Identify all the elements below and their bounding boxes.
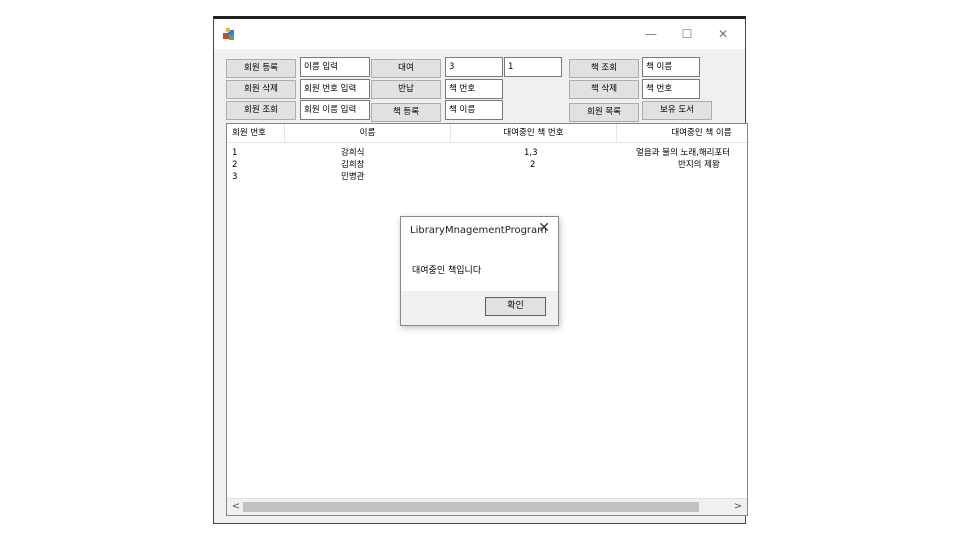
minimize-button[interactable]: — bbox=[636, 23, 666, 45]
delete-book-input[interactable]: 책 번호 bbox=[642, 79, 700, 99]
table-row[interactable]: 1 강희식 1,3 얼음과 불의 노래,해리포터 bbox=[227, 147, 747, 159]
search-member-button[interactable]: 회원 조회 bbox=[226, 101, 296, 120]
member-number-cell: 3 bbox=[232, 172, 238, 182]
rent-button[interactable]: 대여 bbox=[371, 59, 441, 78]
book-ids-cell: 1,3 bbox=[524, 148, 538, 158]
member-number-input[interactable]: 회원 번호 입력 bbox=[300, 79, 370, 99]
dialog-close-icon[interactable]: ✕ bbox=[538, 220, 550, 236]
close-button[interactable]: ✕ bbox=[708, 23, 738, 45]
message-dialog: LibraryMnagementProgram ✕ 대여중인 책입니다 확인 bbox=[400, 216, 559, 326]
table-row[interactable]: 3 민병관 bbox=[227, 171, 747, 183]
delete-member-button[interactable]: 회원 삭제 bbox=[226, 80, 296, 99]
member-number-cell: 1 bbox=[232, 148, 238, 158]
member-name-search-input[interactable]: 회원 이름 입력 bbox=[300, 100, 370, 120]
return-button[interactable]: 반납 bbox=[371, 80, 441, 99]
member-name-cell: 민병관 bbox=[341, 172, 365, 182]
column-header-book-ids[interactable]: 대여중인 책 번호 bbox=[451, 124, 617, 142]
delete-book-button[interactable]: 책 삭제 bbox=[569, 80, 639, 99]
scroll-right-arrow-icon[interactable]: > bbox=[731, 499, 745, 515]
column-header-member-number[interactable]: 회원 번호 bbox=[227, 124, 285, 142]
dialog-message: 대여중인 책입니다 bbox=[412, 266, 482, 276]
member-name-input[interactable]: 이름 입력 bbox=[300, 57, 370, 77]
column-header-name[interactable]: 이름 bbox=[285, 124, 451, 142]
rent-member-field[interactable]: 3 bbox=[445, 57, 503, 77]
rent-book-field[interactable]: 1 bbox=[504, 57, 562, 77]
member-list-button[interactable]: 회원 목록 bbox=[569, 103, 639, 122]
list-header: 회원 번호 이름 대여중인 책 번호 대여중인 책 이름 bbox=[227, 124, 747, 143]
title-bar: — ☐ ✕ bbox=[214, 19, 745, 49]
member-name-cell: 김희창 bbox=[341, 160, 365, 170]
register-member-button[interactable]: 회원 등록 bbox=[226, 59, 296, 78]
search-book-input[interactable]: 책 이름 bbox=[642, 57, 700, 77]
owned-books-button[interactable]: 보유 도서 bbox=[642, 101, 712, 120]
table-row[interactable]: 2 김희창 2 반지의 제왕 bbox=[227, 159, 747, 171]
ok-button[interactable]: 확인 bbox=[485, 297, 546, 316]
horizontal-scrollbar[interactable]: < > bbox=[227, 498, 747, 515]
app-icon bbox=[223, 28, 234, 40]
scroll-left-arrow-icon[interactable]: < bbox=[229, 499, 243, 515]
maximize-button[interactable]: ☐ bbox=[672, 23, 702, 45]
search-book-button[interactable]: 책 조회 bbox=[569, 59, 639, 78]
return-book-input[interactable]: 책 번호 bbox=[445, 79, 503, 99]
book-ids-cell: 2 bbox=[530, 160, 536, 170]
book-names-cell: 얼음과 불의 노래,해리포터 bbox=[636, 148, 731, 158]
member-number-cell: 2 bbox=[232, 160, 238, 170]
dialog-footer: 확인 bbox=[401, 291, 558, 325]
scrollbar-thumb[interactable] bbox=[243, 502, 699, 512]
book-names-cell: 반지의 제왕 bbox=[678, 160, 720, 170]
column-header-book-names[interactable]: 대여중인 책 이름 bbox=[617, 124, 747, 142]
register-book-button[interactable]: 책 등록 bbox=[371, 103, 441, 122]
book-name-input[interactable]: 책 이름 bbox=[445, 100, 503, 120]
member-name-cell: 강희식 bbox=[341, 148, 365, 158]
dialog-title: LibraryMnagementProgram bbox=[410, 225, 547, 236]
